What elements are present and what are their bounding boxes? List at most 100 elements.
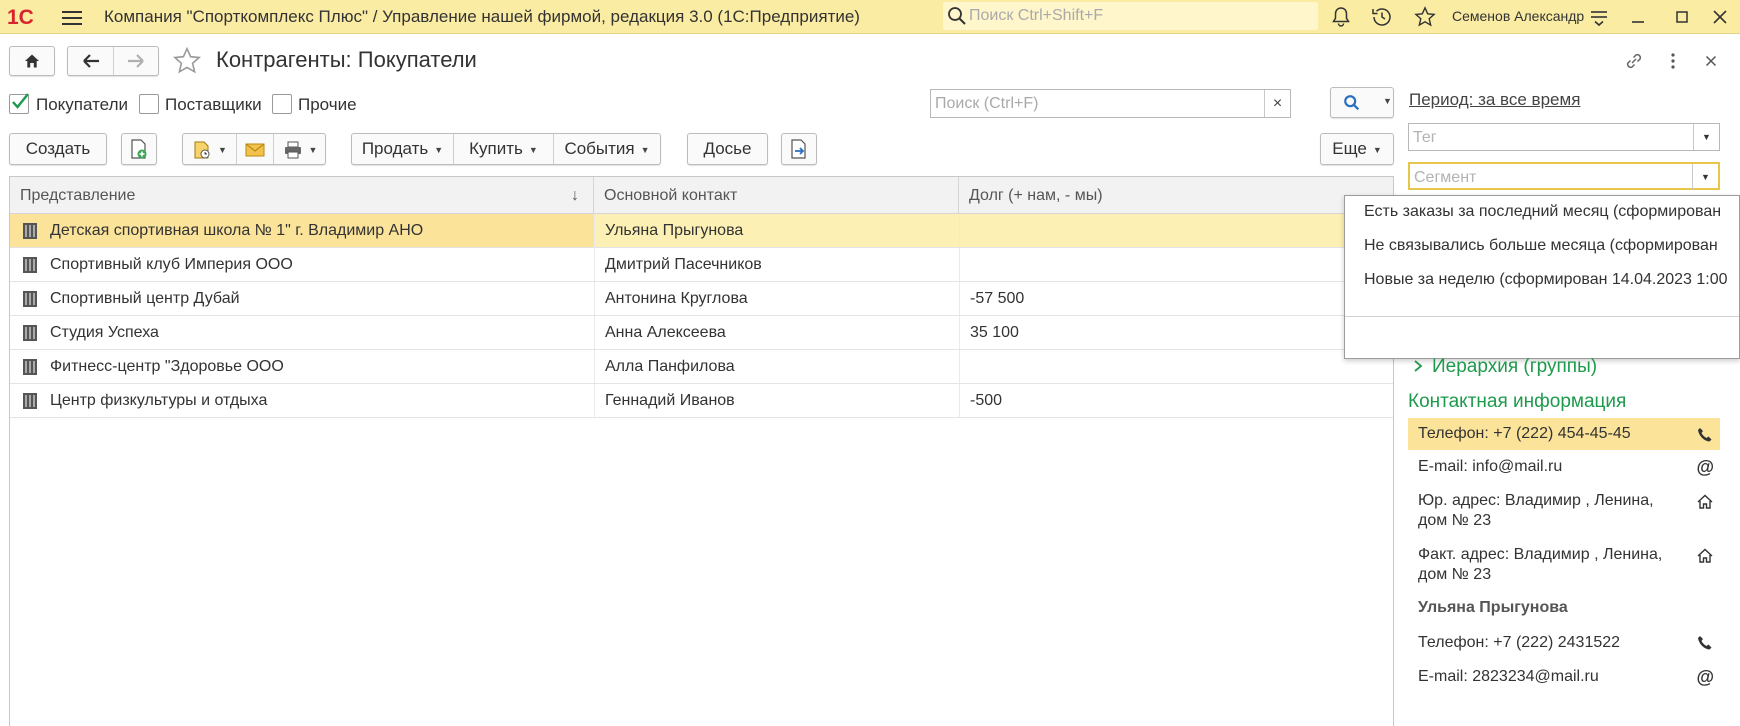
forward-button[interactable] [114,47,158,75]
email-icon[interactable]: @ [1696,457,1714,477]
main-menu-icon[interactable] [62,8,82,26]
table-row[interactable]: Спортивный клуб Империя ООО Дмитрий Пасе… [10,248,1393,282]
column-header-name[interactable]: Представление ↓ [10,177,594,214]
contact-phone-row[interactable]: Телефон: +7 (222) 454-45-45 [1408,418,1720,450]
sell-dropdown-button[interactable]: Продать ▼ [352,134,454,164]
export-button[interactable] [781,133,817,165]
link-icon[interactable] [1622,49,1646,73]
period-link[interactable]: Период: за все время [1409,90,1580,110]
column-header-debt[interactable]: Долг (+ нам, - мы) [959,177,1395,214]
arrow-right-icon [128,54,144,68]
person-email: E-mail: 2823234@mail.ru [1418,668,1599,685]
row-contact: Дмитрий Пасечников [594,248,959,281]
building-icon [23,325,37,341]
row-name: Спортивный клуб Империя ООО [50,256,293,273]
segment-option[interactable]: Не связывались больше месяца (сформирова… [1364,237,1718,255]
segment-dropdown-button[interactable]: ▼ [1692,164,1718,190]
row-contact: Алла Панфилова [594,350,959,383]
person-email-row[interactable]: E-mail: 2823234@mail.ru @ [1408,667,1720,687]
table-row[interactable]: Фитнесс-центр "Здоровье ООО Алла Панфило… [10,350,1393,384]
search-icon [948,7,966,25]
checkbox-suppliers[interactable] [139,94,159,114]
checkbox-other[interactable] [272,94,292,114]
sort-descending-icon: ↓ [571,187,579,204]
column-header-contact[interactable]: Основной контакт [594,177,959,214]
home-button[interactable] [9,46,55,76]
checkbox-buyers-label[interactable]: Покупатели [36,95,128,115]
1c-logo[interactable]: 1С [6,5,48,29]
segment-option[interactable]: Новые за неделю (сформирован 14.04.2023 … [1364,271,1728,289]
contact-email: E-mail: info@mail.ru [1418,458,1563,475]
global-search-placeholder: Поиск Ctrl+Shift+F [969,7,1104,24]
report-dropdown-button[interactable]: ▼ [183,134,237,164]
operations-button-group: Продать ▼ Купить ▼ События ▼ [351,133,661,165]
row-name-cell: Детская спортивная школа № 1" г. Владими… [10,214,594,247]
maximize-icon[interactable] [1670,5,1694,29]
events-dropdown-button[interactable]: События ▼ [554,134,660,164]
print-dropdown-button[interactable]: ▼ [274,134,326,164]
search-options-button[interactable]: ▼ [1330,87,1394,118]
tag-dropdown-button[interactable]: ▼ [1693,124,1719,150]
segment-option[interactable]: Есть заказы за последний месяц (сформиро… [1364,203,1721,221]
checkbox-buyers[interactable] [9,93,29,114]
report-icon [194,141,210,159]
chevron-down-icon: ▼ [434,144,444,155]
minimize-icon[interactable] [1626,5,1650,29]
segment-placeholder: Сегмент [1414,169,1477,186]
svg-text:1С: 1С [7,6,34,29]
events-label: События [564,139,635,158]
settings-menu-icon[interactable] [1587,5,1611,29]
more-dropdown-button[interactable]: Еще ▼ [1320,133,1394,165]
list-search-input[interactable]: Поиск (Ctrl+F) × [930,89,1291,118]
checkbox-other-label[interactable]: Прочие [298,95,357,115]
segment-combo[interactable]: Сегмент ▼ [1408,162,1720,190]
checkbox-suppliers-label[interactable]: Поставщики [165,95,262,115]
row-debt [959,248,1395,281]
row-name: Студия Успеха [50,324,159,341]
close-window-icon[interactable] [1708,5,1732,29]
person-phone-row[interactable]: Телефон: +7 (222) 2431522 [1408,633,1720,653]
sell-label: Продать [361,139,429,158]
row-debt [959,214,1395,247]
table-row[interactable]: Центр физкультуры и отдыха Геннадий Иван… [10,384,1393,418]
row-name-cell: Центр физкультуры и отдыха [10,384,594,417]
phone-icon[interactable] [1696,634,1714,652]
contact-email-row[interactable]: E-mail: info@mail.ru @ [1408,457,1720,477]
table-row[interactable]: Студия Успеха Анна Алексеева 35 100 [10,316,1393,350]
buy-dropdown-button[interactable]: Купить ▼ [454,134,554,164]
actions-button-group: ▼ ▼ [182,133,326,165]
printer-icon [284,141,301,159]
tag-combo[interactable]: Тег ▼ [1408,123,1720,151]
global-search-input[interactable]: Поиск Ctrl+Shift+F [943,2,1318,30]
home-icon[interactable] [1696,547,1714,565]
create-button[interactable]: Создать [9,133,107,165]
building-icon [23,223,37,239]
column-header-name-label: Представление [20,187,136,204]
home-icon[interactable] [1696,493,1714,511]
search-icon [1344,95,1360,111]
favorites-star-icon[interactable] [1413,5,1437,29]
table-row[interactable]: Детская спортивная школа № 1" г. Владими… [10,214,1393,248]
table-row[interactable]: Спортивный центр Дубай Антонина Круглова… [10,282,1393,316]
notifications-bell-icon[interactable] [1329,5,1353,29]
contact-actual-address-row[interactable]: Факт. адрес: Владимир , Ленина, дом № 23 [1408,545,1720,585]
contact-legal-address-row[interactable]: Юр. адрес: Владимир , Ленина, дом № 23 [1408,491,1720,531]
chevron-down-icon: ▼ [528,144,538,155]
current-user[interactable]: Семенов Александр [1452,8,1584,24]
copy-document-button[interactable] [121,133,157,165]
hierarchy-toggle[interactable]: Иерархия (группы) [1412,356,1597,378]
close-form-icon[interactable] [1699,49,1723,73]
add-to-favorites-star-icon[interactable] [171,45,203,77]
contact-info-title: Контактная информация [1408,391,1627,412]
back-button[interactable] [68,47,114,75]
chevron-down-icon: ▼ [308,144,318,155]
building-icon [23,359,37,375]
phone-icon[interactable] [1696,426,1714,444]
send-email-button[interactable] [237,134,274,164]
more-vertical-icon[interactable] [1661,49,1685,73]
history-icon[interactable] [1370,5,1394,29]
email-icon[interactable]: @ [1696,667,1714,687]
clear-search-button[interactable]: × [1264,90,1290,117]
counterparties-table: Представление ↓ Основной контакт Долг (+… [9,176,1394,726]
dossier-button[interactable]: Досье [687,133,768,165]
